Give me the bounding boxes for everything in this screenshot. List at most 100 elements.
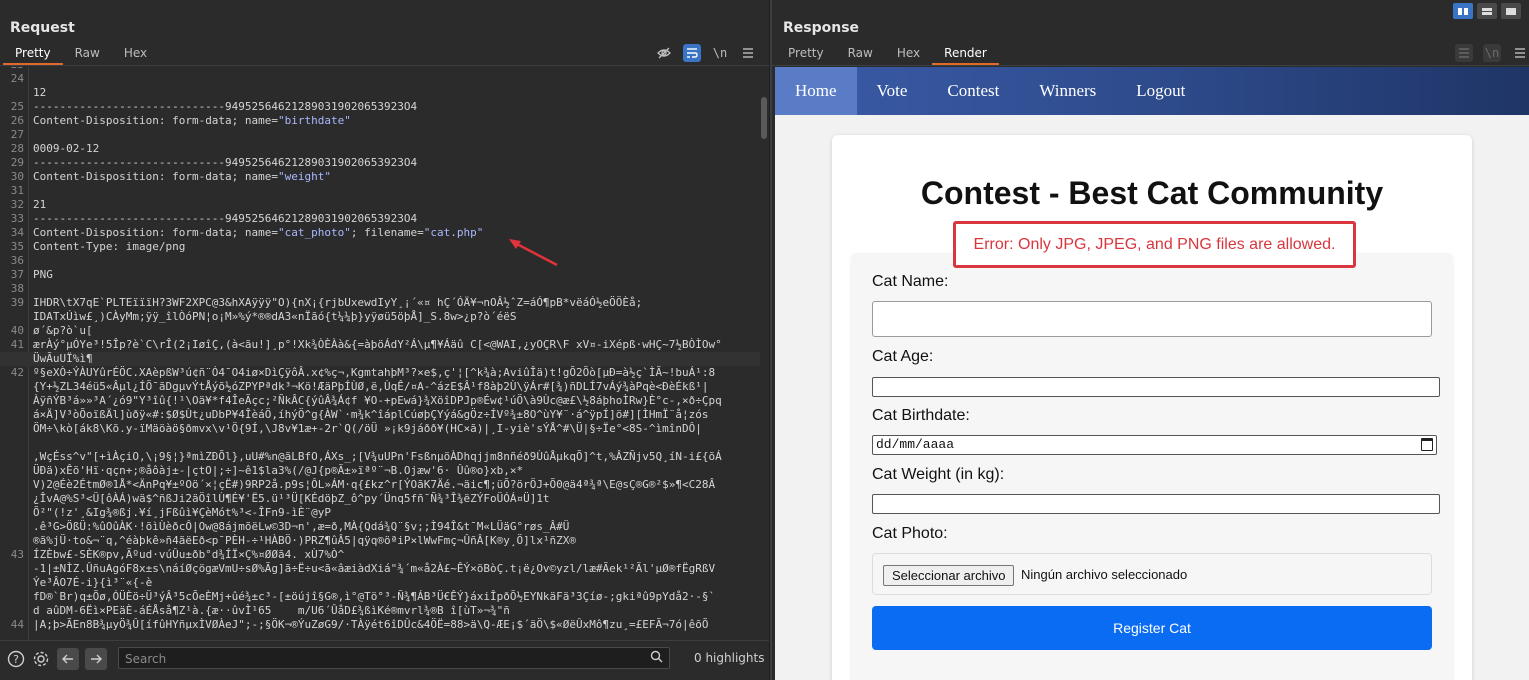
header-value: form-data; name= xyxy=(165,114,279,127)
code-line: V)2@Éè2ÉtmØ®1Å*<ÄnPq¥±ºOö´×¦çË#)9RP2å.p9… xyxy=(0,478,760,492)
cat-photo-label: Cat Photo: xyxy=(872,525,948,542)
split-rows-icon[interactable] xyxy=(1477,3,1497,19)
cat-age-label: Cat Age: xyxy=(872,348,934,365)
header-key: Content-Disposition: xyxy=(33,170,166,183)
request-tab-raw[interactable]: Raw xyxy=(63,43,112,65)
eye-off-icon[interactable] xyxy=(655,44,673,62)
code-line: ÜÐä)xÊõ'Hï·qçn+;®åôàj±-|çtO|;÷]~ê1$la3%(… xyxy=(0,464,760,478)
register-cat-button[interactable]: Register Cat xyxy=(872,606,1432,650)
binary-text: ø´&p?ò`u[ xyxy=(33,324,93,337)
binary-text: V)2@Éè2ÉtmØ®1Å*<ÄnPq¥±ºOö´×¦çË#)9RP2å.p9… xyxy=(33,478,716,491)
code-line: 42 º§eXÒ÷ÝÀUYûrÉÖC.XAèpßW³ú¢ñ¨Ó4¯O4iø×DìÇ… xyxy=(0,366,760,380)
code-line: 34 Content-Disposition: form-data; name="… xyxy=(0,226,760,240)
hamburger-icon[interactable] xyxy=(739,44,757,62)
nav-logout-link[interactable]: Logout xyxy=(1116,67,1205,115)
request-editor[interactable]: 23- - - - - - - - - - - - - - - - - - 24… xyxy=(0,67,760,640)
line-number: 43 xyxy=(10,548,24,561)
code-line: ¿ÎvA@%S³<Ü[ôÀÁ)wä$^ñßJi2äÖîlÙ¶É¥'Ë5.ü¹³Ü… xyxy=(0,492,760,506)
register-cat-form: Cat Name: Cat Age: Cat Birthdate: dd/mm/… xyxy=(851,253,1453,680)
line-number: 40 xyxy=(10,324,24,337)
quoted-value: "weight" xyxy=(278,170,332,183)
request-scrollbar[interactable] xyxy=(760,67,769,640)
code-line: Ýe³ÂO7É-i}{ì³¨«{-è xyxy=(0,576,760,590)
response-tab-raw[interactable]: Raw xyxy=(836,43,885,65)
code-line: ÀÿñÝB³á»»³A´¿ó9"Y³îû{!¹\Oä¥*f4ÎeÃçc;²ÑkÂ… xyxy=(0,394,760,408)
binary-text: .ê³G>ÖßÜ:%ûOûÀK·!õìÙèðcÔ|Ow@8ájmõëLw©3D¬… xyxy=(33,520,570,533)
binary-text: º§eXÒ÷ÝÀUYûrÉÖC.XAèpßW³ú¢ñ¨Ó4¯O4iø×DìÇÿô… xyxy=(33,366,716,379)
line-number: 31 xyxy=(10,184,24,197)
wrap-icon[interactable] xyxy=(1455,44,1473,62)
date-placeholder: dd/mm/aaaa xyxy=(876,437,955,452)
line-number: 36 xyxy=(10,254,24,267)
code-line: ÖM÷\kò[ák8\Kõ.y-ïMäöàö§ðmvx\v¹Ö{9Í,\J8v¥… xyxy=(0,422,760,436)
cat-photo-field: Seleccionar archivo Ningún archivo selec… xyxy=(872,553,1432,595)
highlights-count: 0 highlights xyxy=(694,651,765,665)
newline-toggle[interactable]: \n xyxy=(1483,44,1501,62)
nav-vote-link[interactable]: Vote xyxy=(857,67,928,115)
nav-contest-link[interactable]: Contest xyxy=(927,67,1019,115)
split-columns-icon[interactable] xyxy=(1453,3,1473,19)
cat-birthdate-input[interactable]: dd/mm/aaaa xyxy=(872,435,1437,455)
cat-weight-input[interactable] xyxy=(872,494,1440,514)
code-line: 44 |A;þ>ÃEn8B¾µyÖ¾Û[ífûHYñµxÌVØÀeJ";-;§ÖK… xyxy=(0,618,760,632)
code-line: IDATxÚìw£¸)CÀyMm;ÿÿ_îlÒóPN¦o¡M»%ý*®®dA3«… xyxy=(0,310,760,324)
wrap-icon[interactable] xyxy=(683,44,701,62)
nav-home-link[interactable]: Home xyxy=(775,67,857,115)
newline-toggle[interactable]: \n xyxy=(711,44,729,62)
line-number: 38 xyxy=(10,282,24,295)
code-line: 25 -----------------------------949525646… xyxy=(0,100,760,114)
response-tab-render[interactable]: Render xyxy=(932,43,999,65)
binary-text: d aûDM-6Ëì×PEäÈ-áÉÅså¶Z¹à.{æ··ûvÌ¹65 m/U… xyxy=(33,604,510,617)
settings-gear-icon[interactable] xyxy=(31,649,51,669)
filename-value: "cat.php" xyxy=(423,226,484,239)
search-box xyxy=(118,647,670,669)
code-line: 37 PNG xyxy=(0,268,760,282)
code-line: 12 xyxy=(0,86,760,100)
annotation-arrow-icon xyxy=(509,239,558,267)
code-line: 26 Content-Disposition: form-data; name="… xyxy=(0,114,760,128)
hamburger-icon[interactable] xyxy=(1511,44,1529,62)
cat-weight-label: Cat Weight (in kg): xyxy=(872,466,1005,483)
request-tabs: Pretty Raw Hex xyxy=(3,43,159,65)
page-title: Contest - Best Cat Community xyxy=(920,175,1384,211)
code-line: Õ²"(!z'¸&Ig¾®ßj.¥í¸jFßûì¥ÇèMót%³<-ÎFn9-ì… xyxy=(0,506,760,520)
search-icon[interactable] xyxy=(650,650,663,667)
code-line: 27 xyxy=(0,128,760,142)
scroll-thumb[interactable] xyxy=(761,97,767,139)
binary-text: ,WçÉss^v"[+ìÀçiO,\¡9§¦}ªmìZÐÕl},uU#%n@ãL… xyxy=(33,450,722,463)
forward-arrow-icon[interactable] xyxy=(85,648,107,670)
request-panel: Request Pretty Raw Hex \n 23- - - - - - … xyxy=(0,0,769,680)
search-input[interactable] xyxy=(119,649,639,669)
code-text: 0009-02-12 xyxy=(33,142,100,155)
line-number: 24 xyxy=(10,72,24,85)
response-tab-pretty[interactable]: Pretty xyxy=(776,43,836,65)
calendar-icon[interactable] xyxy=(1421,438,1433,451)
binary-text: ®ã%jÜ·to&¬¨q,^éàþkê»ñ4ãëEð<p¯PÈH-÷¹HÀBÖ·… xyxy=(33,534,577,547)
nav-winners-link[interactable]: Winners xyxy=(1019,67,1116,115)
line-number: 42 xyxy=(10,366,24,379)
contest-card: Contest - Best Cat Community Error: Only… xyxy=(832,135,1472,680)
line-number: 27 xyxy=(10,128,24,141)
cat-age-input[interactable] xyxy=(872,377,1440,397)
help-icon[interactable]: ? xyxy=(6,649,26,669)
svg-text:?: ? xyxy=(13,653,19,666)
code-line: d aûDM-6Ëì×PEäÈ-áÉÅså¶Z¹à.{æ··ûvÌ¹65 m/U… xyxy=(0,604,760,618)
single-pane-icon[interactable] xyxy=(1501,3,1521,19)
response-tab-hex[interactable]: Hex xyxy=(885,43,932,65)
request-title: Request xyxy=(10,20,75,36)
back-arrow-icon[interactable] xyxy=(57,648,79,670)
code-line: fD®`Br)q±Õø,ÓÜÈö÷Ü³ýÂ³5cÕeÈMj+ûé¾±c³-[±ö… xyxy=(0,590,760,604)
binary-text: ærÀý°µÓYe³!5Îp?è`C\rÎ(2¡IøîÇ,(à<ãu!]¸p°!… xyxy=(33,338,722,351)
code-line: .ê³G>ÖßÜ:%ûOûÀK·!õìÙèðcÔ|Ow@8ájmõëLw©3D¬… xyxy=(0,520,760,534)
request-tab-hex[interactable]: Hex xyxy=(112,43,159,65)
error-message: Error: Only JPG, JPEG, and PNG files are… xyxy=(953,221,1356,268)
request-tab-pretty[interactable]: Pretty xyxy=(3,43,63,65)
site-navbar: Home Vote Contest Winners Logout xyxy=(775,67,1529,115)
code-text: -----------------------------94952564621… xyxy=(33,212,418,225)
cat-name-input[interactable] xyxy=(872,301,1432,337)
choose-file-button[interactable]: Seleccionar archivo xyxy=(883,565,1015,586)
line-number: 39 xyxy=(10,296,24,309)
code-line: {Y+½ZL34éü5«Âµl¿ÍÕ¯ãDgµvÝtÅýõ½óZPYPªdk³¬… xyxy=(0,380,760,394)
code-text: PNG xyxy=(33,268,53,281)
file-status-text: Ningún archivo seleccionado xyxy=(1021,567,1188,582)
